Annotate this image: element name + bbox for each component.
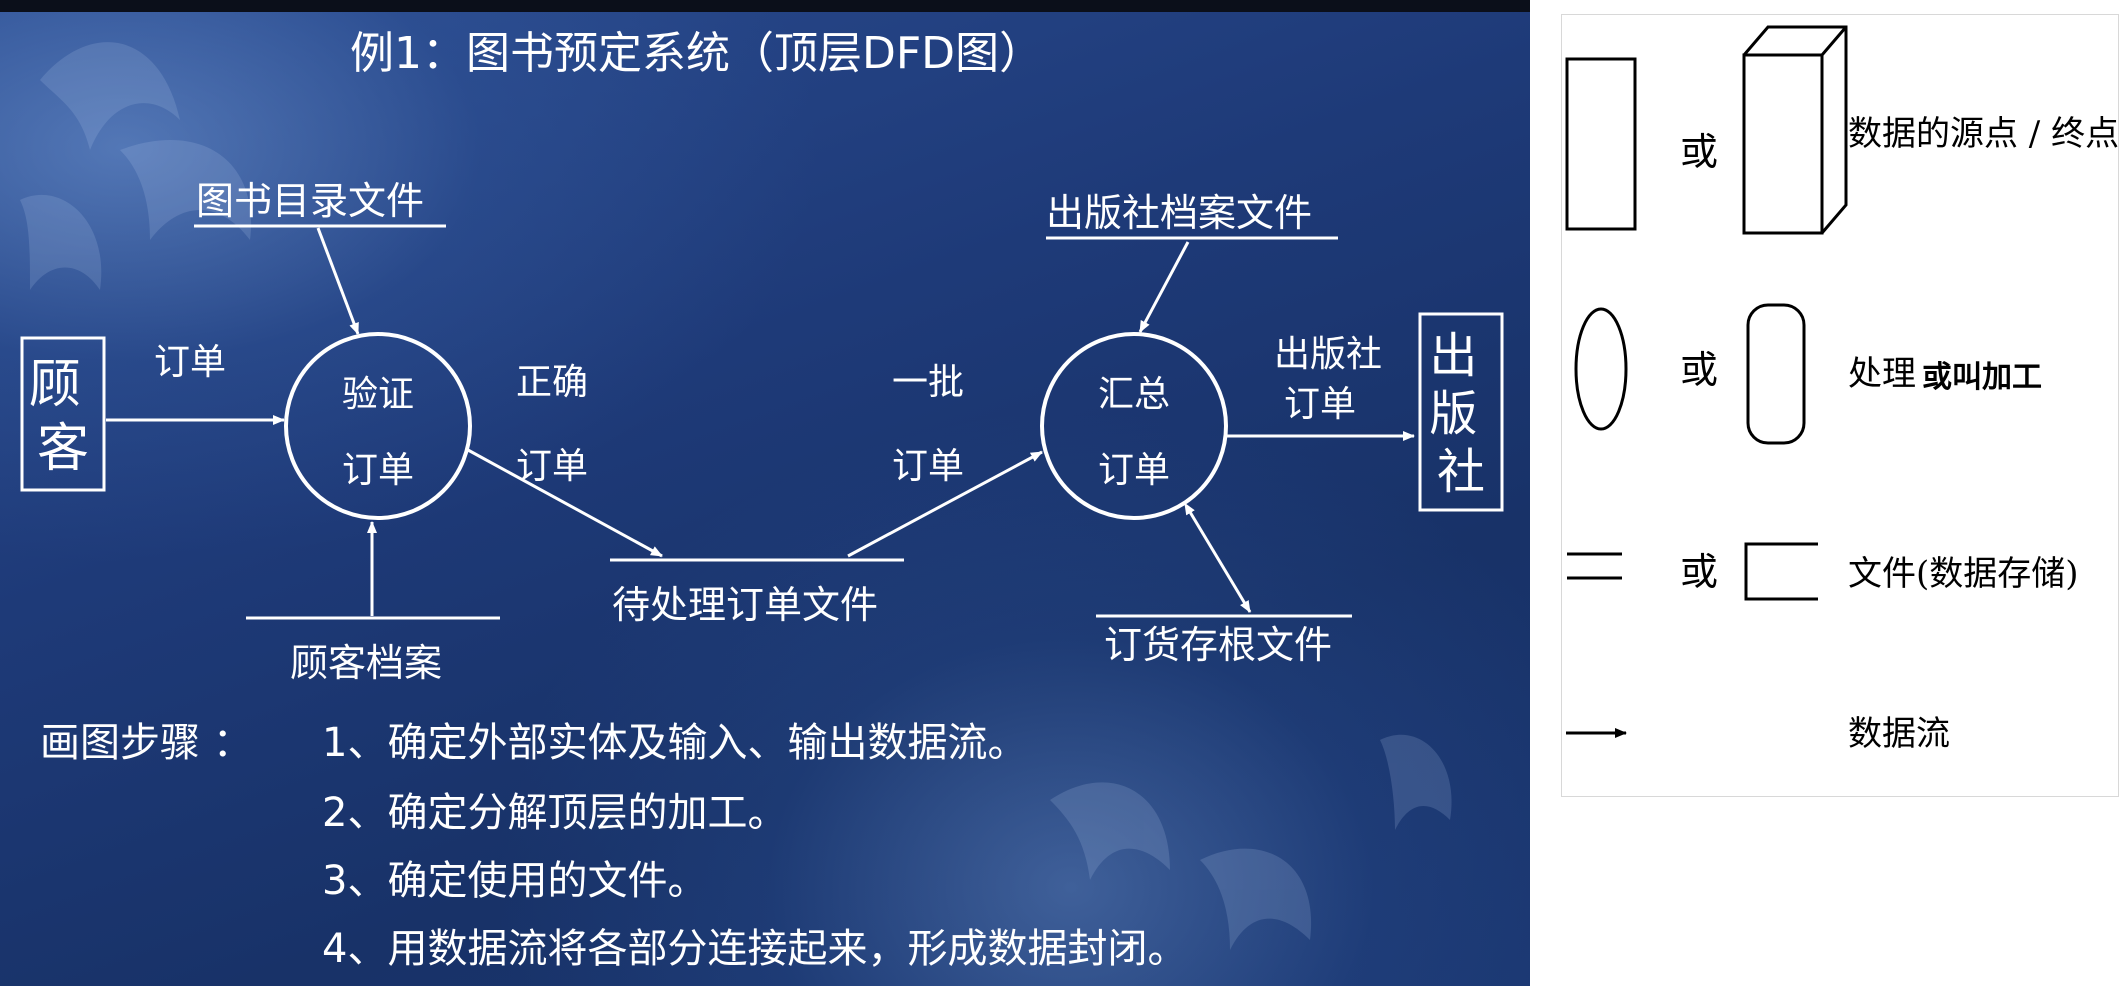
step-3: 3、确定使用的文件。 bbox=[322, 858, 707, 904]
flow-correct-order-line-2: 订单 bbox=[516, 446, 588, 487]
process-summarize-line-1: 汇总 bbox=[1098, 374, 1170, 415]
store-book-catalog-label: 图书目录文件 bbox=[196, 179, 424, 223]
entity-customer-char-2: 客 bbox=[37, 419, 89, 479]
flow-publisher-order-line-2: 订单 bbox=[1284, 384, 1356, 425]
legend-store-double-line-icon bbox=[1567, 552, 1622, 580]
flow-batch-order-line-1: 一批 bbox=[892, 362, 964, 403]
dfd-diagram: 例1：图书预定系统（顶层DFD图） 顾 客 出 版 社 验证 订单 汇总 订单 bbox=[20, 28, 1504, 972]
entity-customer-label: 顾 客 bbox=[29, 355, 98, 479]
flow-summarize-stub bbox=[1184, 502, 1252, 613]
step-2: 2、确定分解顶层的加工。 bbox=[322, 790, 787, 836]
entity-publisher-char-2: 版 bbox=[1429, 386, 1477, 442]
legend-process-ellipse-icon bbox=[1574, 307, 1628, 431]
legend-source-cube-icon bbox=[1742, 25, 1848, 235]
flow-order-label: 订单 bbox=[154, 342, 226, 383]
legend-or-3: 或 bbox=[1680, 550, 1718, 594]
step-1: 1、确定外部实体及输入、输出数据流。 bbox=[322, 720, 1027, 766]
entity-publisher-char-1: 出 bbox=[1429, 328, 1477, 384]
flow-batch-order-line-2: 订单 bbox=[892, 446, 964, 487]
legend-process-label: 处理 bbox=[1848, 354, 1916, 394]
entity-customer-char-1: 顾 bbox=[29, 355, 81, 415]
legend-or-2: 或 bbox=[1680, 348, 1718, 392]
store-publisher-archive-label: 出版社档案文件 bbox=[1046, 191, 1312, 235]
process-summarize-line-2: 订单 bbox=[1098, 450, 1170, 491]
store-customer-records-label: 顾客档案 bbox=[290, 641, 442, 685]
flow-publisher-order-line-1: 出版社 bbox=[1274, 334, 1382, 375]
legend-store-label: 文件(数据存储) bbox=[1848, 554, 2079, 594]
entity-publisher-label: 出 版 社 bbox=[1429, 328, 1492, 500]
flow-archive-to-summarize bbox=[1138, 241, 1190, 333]
figure: 例1：图书预定系统（顶层DFD图） 顾 客 出 版 社 验证 订单 汇总 订单 bbox=[0, 0, 2122, 986]
legend-source-label: 数据的源点 / 终点 bbox=[1848, 114, 2118, 154]
legend-svg: 或 数据的源点 / 终点 或 处理 或 文件(数据存储) 数据流 bbox=[1565, 25, 2118, 754]
legend-flow-label: 数据流 bbox=[1848, 714, 1950, 754]
symbol-legend: 或 数据的源点 / 终点 或 处理 或 文件(数据存储) 数据流 bbox=[1561, 14, 2119, 797]
legend-store-open-rect-icon bbox=[1744, 542, 1818, 601]
legend-process-note: 或叫加工 bbox=[1922, 360, 2042, 395]
legend-or-1: 或 bbox=[1680, 130, 1718, 174]
store-order-stub-label: 订货存根文件 bbox=[1104, 623, 1332, 667]
legend-source-rect-icon bbox=[1565, 57, 1637, 231]
flow-catalog-to-verify bbox=[316, 227, 360, 335]
slide-title: 例1：图书预定系统（顶层DFD图） bbox=[350, 28, 1043, 79]
step-4: 4、用数据流将各部分连接起来，形成数据封闭。 bbox=[322, 926, 1187, 972]
flow-correct-order-line-1: 正确 bbox=[516, 362, 588, 403]
steps-label: 画图步骤 ： bbox=[40, 720, 253, 766]
dfd-slide: 例1：图书预定系统（顶层DFD图） 顾 客 出 版 社 验证 订单 汇总 订单 bbox=[0, 0, 1530, 986]
process-verify-line-1: 验证 bbox=[342, 374, 414, 415]
legend-process-rounded-icon bbox=[1746, 303, 1806, 445]
entity-publisher-char-3: 社 bbox=[1437, 444, 1485, 500]
process-verify-line-2: 订单 bbox=[342, 450, 414, 491]
store-pending-orders-label: 待处理订单文件 bbox=[612, 583, 878, 627]
